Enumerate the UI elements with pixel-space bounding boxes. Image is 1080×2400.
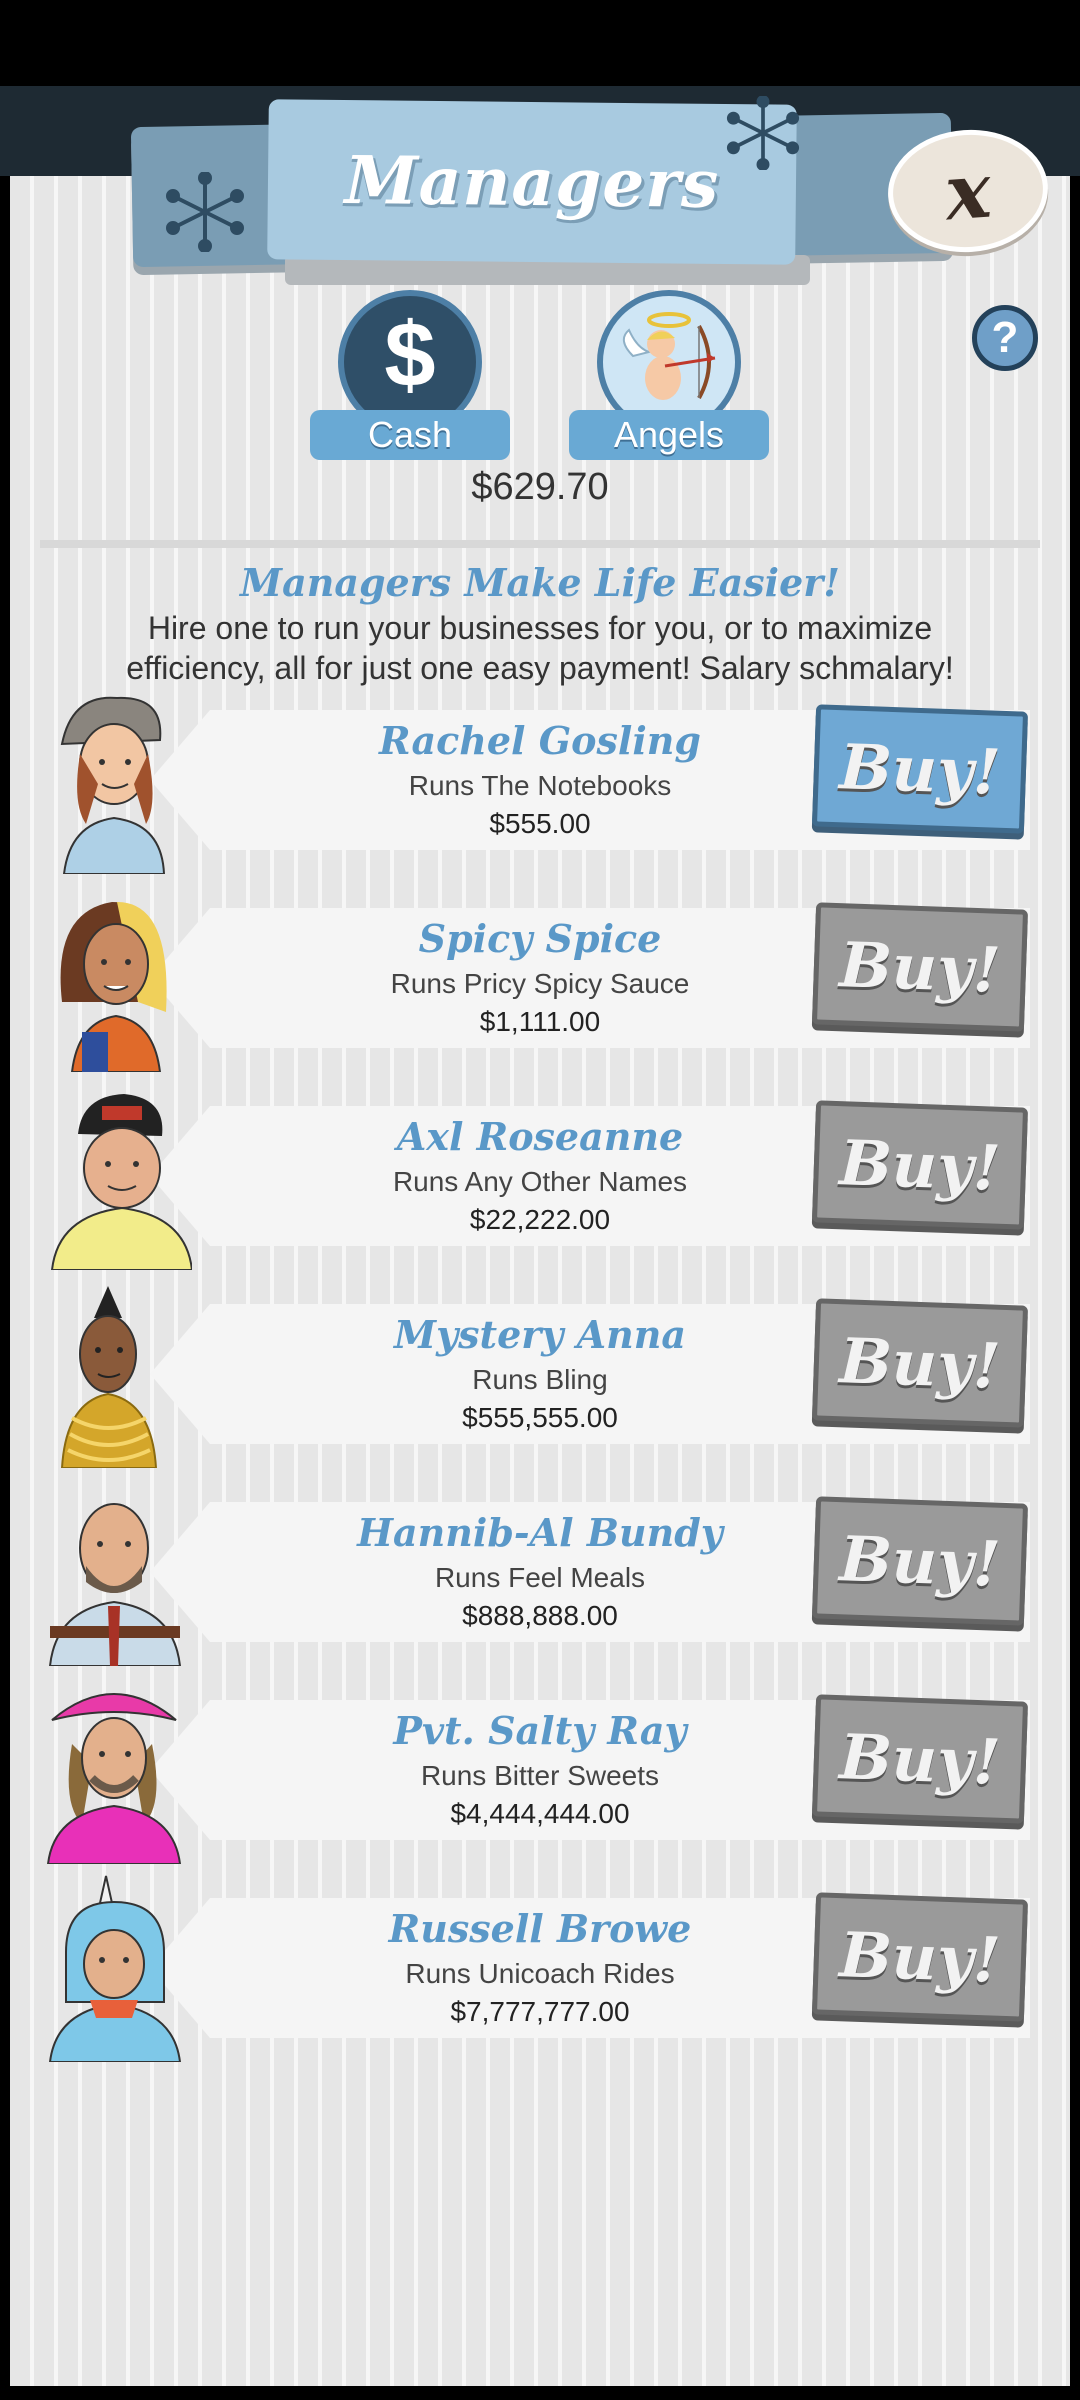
buy-button-label: Buy!	[838, 927, 1002, 1007]
divider	[40, 540, 1040, 548]
intro-text: Hire one to run your businesses for you,…	[126, 610, 954, 686]
manager-portrait-hannib-al-bundy	[48, 1503, 182, 1666]
manager-business: Runs The Notebooks	[408, 770, 672, 801]
manager-price: $888,888.00	[462, 1600, 618, 1631]
manager-business: Runs Feel Meals	[434, 1562, 646, 1593]
manager-business: Runs Pricy Spicy Sauce	[390, 968, 690, 999]
manager-business: Runs Bitter Sweets	[420, 1760, 660, 1791]
manager-price: $4,444,444.00	[450, 1798, 630, 1829]
status-bar	[0, 0, 1080, 86]
manager-business: Runs Unicoach Rides	[405, 1958, 675, 1989]
angels-tab[interactable]: Angels	[569, 290, 769, 460]
buy-button[interactable]: Buy!	[811, 1892, 1029, 2022]
buy-button[interactable]: Buy!	[811, 1298, 1029, 1428]
cash-tab-label: Cash	[310, 410, 510, 460]
manager-row: Mystery Anna Runs Bling $555,555.00 Buy!	[0, 1278, 1080, 1468]
manager-name: Axl Roseanne	[396, 1114, 684, 1159]
page-title: Managers	[344, 141, 720, 223]
manager-business: Runs Bling	[472, 1364, 608, 1395]
manager-row: Spicy Spice Runs Pricy Spicy Sauce $1,11…	[0, 882, 1080, 1072]
buy-button-label: Buy!	[838, 729, 1002, 809]
buy-button-label: Buy!	[838, 1719, 1002, 1799]
manager-row: Hannib-Al Bundy Runs Feel Meals $888,888…	[0, 1476, 1080, 1666]
manager-name: Pvt. Salty Ray	[393, 1708, 687, 1753]
manager-portrait-pvt-salty-ray	[46, 1693, 182, 1864]
buy-button[interactable]: Buy!	[811, 1496, 1029, 1626]
buy-button[interactable]: Buy!	[811, 902, 1029, 1032]
manager-row: Axl Roseanne Runs Any Other Names $22,22…	[0, 1080, 1080, 1270]
manager-row: Russell Browe Runs Unicoach Rides $7,777…	[0, 1872, 1080, 2062]
buy-button-label: Buy!	[838, 1917, 1002, 1997]
help-button[interactable]: ?	[972, 305, 1038, 371]
buy-button[interactable]: Buy!	[811, 1694, 1029, 1824]
manager-portrait-mystery-anna	[60, 1286, 158, 1468]
manager-portrait-spicy-spice	[60, 902, 167, 1072]
sparkle-icon	[726, 96, 800, 170]
close-icon: x	[942, 145, 994, 237]
manager-row: Rachel Gosling Runs The Notebooks $555.0…	[0, 684, 1080, 874]
buy-button[interactable]: Buy!	[811, 704, 1029, 834]
manager-portrait-axl-roseanne	[50, 1094, 192, 1270]
buy-button-label: Buy!	[838, 1521, 1002, 1601]
buy-button-label: Buy!	[838, 1323, 1002, 1403]
manager-price: $555,555.00	[462, 1402, 618, 1433]
help-icon: ?	[991, 313, 1019, 362]
manager-business: Runs Any Other Names	[392, 1166, 688, 1197]
manager-name: Hannib-Al Bundy	[357, 1510, 723, 1555]
angels-tab-label: Angels	[569, 410, 769, 460]
manager-name: Rachel Gosling	[379, 718, 701, 763]
manager-price: $7,777,777.00	[450, 1996, 630, 2027]
manager-name: Russell Browe	[388, 1906, 692, 1951]
manager-name: Spicy Spice	[418, 916, 662, 961]
manager-price: $555.00	[489, 808, 591, 839]
intro-title: Managers Make Life Easier!	[240, 560, 840, 605]
manager-portrait-russell-browe	[48, 1875, 182, 2062]
manager-portrait-rachel-gosling	[60, 696, 166, 874]
manager-row: Pvt. Salty Ray Runs Bitter Sweets $4,444…	[0, 1674, 1080, 1864]
cash-tab[interactable]: $ Cash	[310, 290, 510, 460]
manager-price: $1,111.00	[479, 1006, 601, 1037]
buy-button-label: Buy!	[838, 1125, 1002, 1205]
manager-name: Mystery Anna	[394, 1312, 686, 1357]
header-banner: Managers	[267, 99, 797, 265]
sparkle-icon	[166, 172, 244, 252]
manager-price: $22,222.00	[469, 1204, 611, 1235]
buy-button[interactable]: Buy!	[811, 1100, 1029, 1230]
cash-amount: $629.70	[471, 466, 609, 508]
